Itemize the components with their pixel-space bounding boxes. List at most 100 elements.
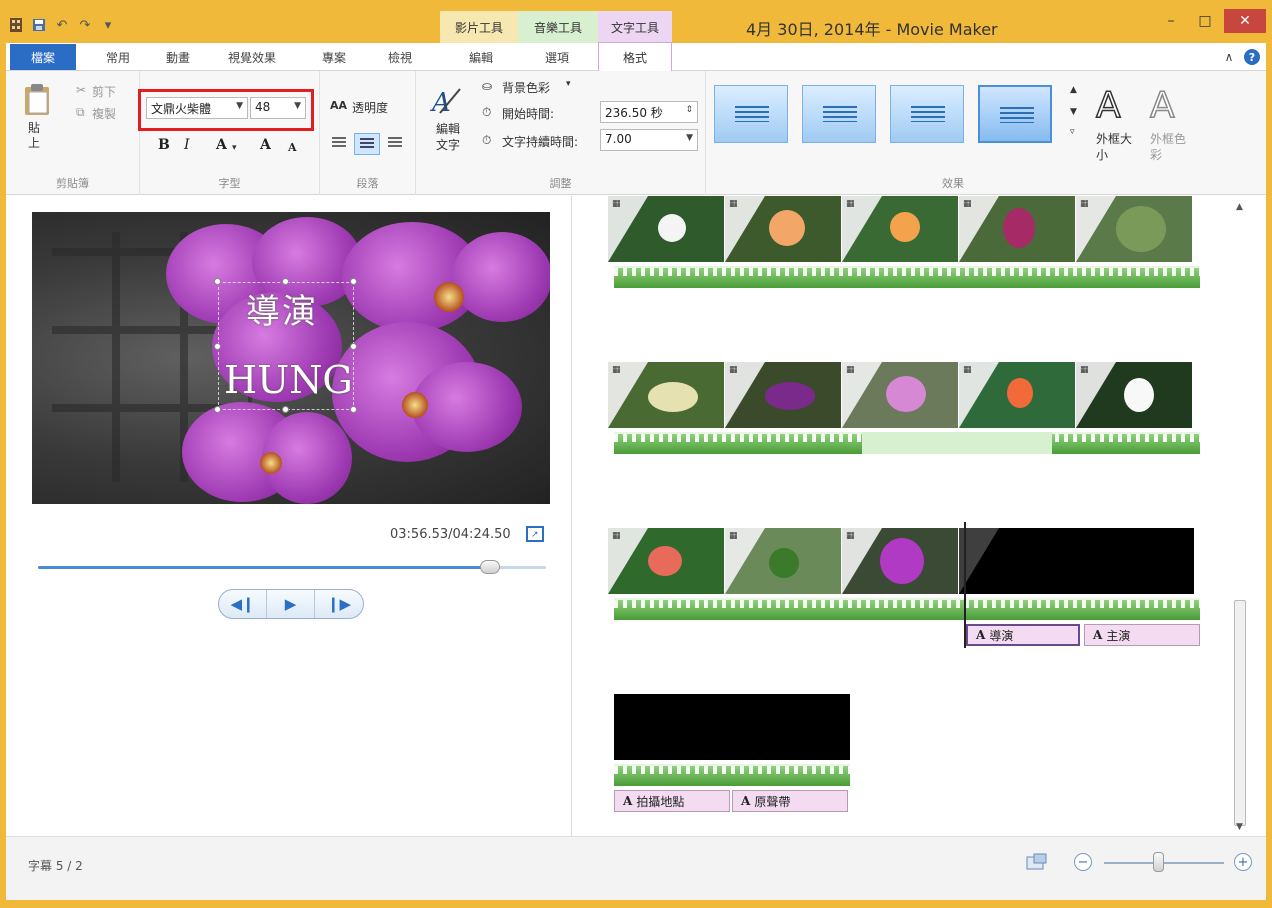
- play-button[interactable]: ▶: [267, 590, 315, 618]
- text-bounding-box[interactable]: [218, 282, 354, 410]
- paste-button[interactable]: 貼上: [28, 121, 48, 151]
- save-icon[interactable]: [31, 17, 47, 33]
- title-clip[interactable]: [959, 528, 1195, 594]
- cut-icon[interactable]: ✂: [76, 83, 86, 97]
- video-clip[interactable]: ▦: [842, 362, 959, 428]
- bold-button[interactable]: B: [158, 137, 170, 153]
- zoom-slider[interactable]: [1104, 862, 1224, 864]
- video-clip[interactable]: ▦: [608, 528, 725, 594]
- align-center-button[interactable]: [354, 133, 380, 155]
- video-clip[interactable]: ▦: [842, 196, 959, 262]
- align-left-icon[interactable]: [332, 137, 346, 149]
- tab-file[interactable]: 檔案: [10, 44, 76, 70]
- text-duration-select[interactable]: 7.00 ▼: [600, 129, 698, 151]
- align-right-icon[interactable]: [388, 137, 402, 149]
- audio-track[interactable]: [614, 266, 1200, 288]
- grow-font-button[interactable]: A: [260, 137, 271, 153]
- fullscreen-icon[interactable]: ↗: [526, 526, 544, 542]
- video-clip[interactable]: ▦: [725, 362, 842, 428]
- background-color-button[interactable]: 背景色彩: [502, 79, 550, 96]
- caption-clip[interactable]: A 拍攝地點: [614, 790, 730, 812]
- resize-handle[interactable]: [214, 406, 221, 413]
- redo-icon[interactable]: ↷: [77, 17, 93, 33]
- caption-clip[interactable]: A 原聲帶: [732, 790, 848, 812]
- scroll-down-icon[interactable]: ▼: [1236, 822, 1243, 832]
- video-clip[interactable]: ▦: [1076, 362, 1193, 428]
- video-clip[interactable]: ▦: [842, 528, 959, 594]
- caption-clip[interactable]: A 導演: [966, 624, 1080, 646]
- playhead[interactable]: [964, 522, 966, 648]
- tab-animations[interactable]: 動畫: [154, 43, 202, 71]
- tab-view[interactable]: 檢視: [376, 43, 424, 71]
- resize-handle[interactable]: [214, 278, 221, 285]
- tab-format[interactable]: 格式: [598, 42, 672, 72]
- cut-button[interactable]: 剪下: [92, 83, 116, 100]
- seek-bar[interactable]: [38, 560, 546, 574]
- tab-home[interactable]: 常用: [94, 43, 142, 71]
- tab-visual-effects[interactable]: 視覺效果: [218, 43, 286, 71]
- zoom-out-button[interactable]: −: [1074, 853, 1092, 871]
- next-frame-button[interactable]: ❙▶: [315, 590, 363, 618]
- tab-project[interactable]: 專案: [310, 43, 358, 71]
- video-clip[interactable]: ▦: [608, 196, 725, 262]
- video-clip[interactable]: ▦: [725, 528, 842, 594]
- paste-icon[interactable]: [20, 83, 54, 117]
- shrink-font-button[interactable]: A: [288, 141, 297, 154]
- maximize-button[interactable]: □: [1190, 9, 1220, 33]
- scrollbar-thumb[interactable]: [1234, 600, 1246, 826]
- resize-handle[interactable]: [282, 278, 289, 285]
- help-icon[interactable]: ?: [1242, 43, 1262, 71]
- italic-button[interactable]: I: [184, 137, 190, 153]
- resize-handle[interactable]: [350, 278, 357, 285]
- caption-clip[interactable]: A 主演: [1084, 624, 1200, 646]
- tab-options[interactable]: 選項: [528, 43, 586, 71]
- resize-handle[interactable]: [214, 343, 221, 350]
- title-clip[interactable]: [614, 694, 850, 760]
- scroll-up-icon[interactable]: ▲: [1236, 202, 1243, 212]
- resize-handle[interactable]: [282, 406, 289, 413]
- movie-maker-icon[interactable]: [8, 17, 24, 33]
- video-clip[interactable]: ▦: [608, 362, 725, 428]
- paint-bucket-icon[interactable]: ⛀: [482, 79, 492, 93]
- video-clip[interactable]: ▦: [725, 196, 842, 262]
- resize-handle[interactable]: [350, 343, 357, 350]
- zoom-in-button[interactable]: +: [1234, 853, 1252, 871]
- effect-slide-right[interactable]: [890, 85, 964, 143]
- effect-scroll-up[interactable]: [978, 85, 1052, 143]
- tab-edit[interactable]: 編輯: [452, 43, 510, 71]
- transparency-icon[interactable]: AA: [330, 99, 347, 112]
- minimize-button[interactable]: –: [1156, 9, 1186, 33]
- customize-toolbar-icon[interactable]: ▾: [100, 17, 116, 33]
- video-preview[interactable]: 導演 HUNG: [32, 212, 550, 504]
- storyboard-scrollbar[interactable]: ▲ ▼: [1232, 202, 1248, 834]
- effect-scroll-diagonal[interactable]: [714, 85, 788, 143]
- start-time-input[interactable]: 236.50 秒 ⇕: [600, 101, 698, 123]
- audio-track[interactable]: [614, 598, 1200, 620]
- resize-handle[interactable]: [350, 406, 357, 413]
- copy-icon[interactable]: ⧉: [76, 105, 85, 120]
- edit-text-icon[interactable]: A: [430, 85, 462, 118]
- edit-text-button[interactable]: 編輯文字: [436, 121, 466, 153]
- outline-size-icon[interactable]: A: [1095, 84, 1121, 127]
- seek-bar-thumb[interactable]: [480, 560, 501, 574]
- thumbnail-size-icon[interactable]: [1026, 853, 1048, 871]
- zoom-slider-thumb[interactable]: [1153, 852, 1164, 872]
- outline-color-icon[interactable]: A: [1149, 84, 1175, 127]
- transparency-button[interactable]: 透明度: [352, 99, 388, 116]
- collapse-ribbon-icon[interactable]: ∧: [1220, 43, 1238, 71]
- undo-icon[interactable]: ↶: [54, 17, 70, 33]
- gallery-scroll-down-icon[interactable]: ▼: [1070, 107, 1077, 117]
- audio-track[interactable]: [614, 764, 850, 786]
- close-button[interactable]: ✕: [1224, 9, 1266, 33]
- gallery-scroll-up-icon[interactable]: ▲: [1070, 85, 1077, 95]
- copy-button[interactable]: 複製: [92, 105, 116, 122]
- gallery-more-icon[interactable]: ▿: [1070, 127, 1075, 137]
- previous-frame-button[interactable]: ◀❙: [219, 590, 267, 618]
- outline-size-button[interactable]: 外框大小: [1096, 131, 1132, 163]
- outline-color-button[interactable]: 外框色彩: [1150, 131, 1186, 163]
- video-clip[interactable]: ▦: [1076, 196, 1193, 262]
- effect-slide-left[interactable]: [802, 85, 876, 143]
- spinner-icon[interactable]: ⇕: [685, 105, 693, 115]
- font-color-button[interactable]: A: [216, 137, 227, 153]
- video-clip[interactable]: ▦: [959, 362, 1076, 428]
